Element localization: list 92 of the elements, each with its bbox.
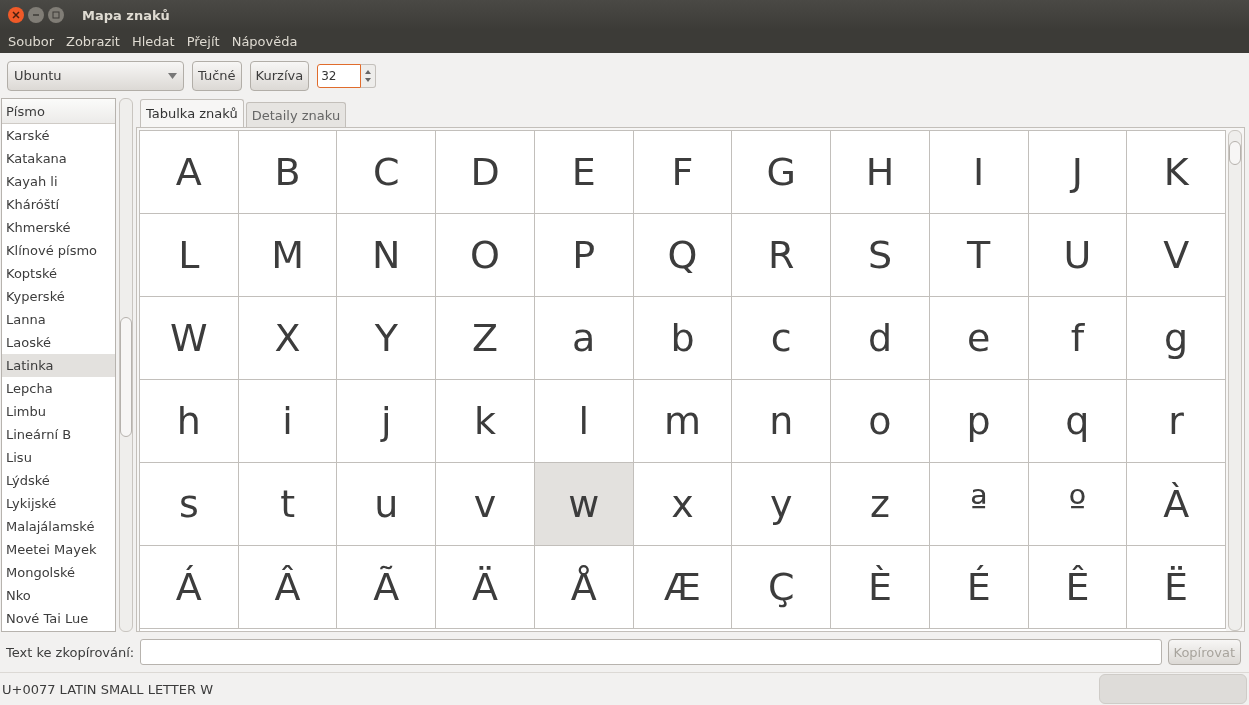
character-cell[interactable]: l (534, 380, 634, 463)
character-cell[interactable]: N (337, 214, 437, 297)
character-cell[interactable]: h (140, 380, 239, 463)
character-cell[interactable]: V (1127, 214, 1226, 297)
character-cell[interactable]: X (238, 297, 338, 380)
character-cell[interactable]: R (732, 214, 832, 297)
character-cell[interactable]: G (732, 131, 832, 214)
character-cell[interactable]: K (1127, 131, 1226, 214)
copy-label: Text ke zkopírování: (6, 644, 135, 660)
character-cell[interactable]: j (337, 380, 437, 463)
character-cell[interactable]: Ê (1028, 546, 1128, 629)
caret-icon (168, 72, 177, 79)
character-cell[interactable]: È (831, 546, 930, 629)
character-cell[interactable]: u (337, 463, 437, 546)
character-cell[interactable]: º (1028, 463, 1128, 546)
character-cell[interactable]: E (534, 131, 634, 214)
font-dropdown[interactable]: Ubuntu (7, 60, 184, 91)
character-cell[interactable]: t (238, 463, 338, 546)
character-cell[interactable]: F (633, 131, 733, 214)
character-cell[interactable]: Ã (337, 546, 437, 629)
menu-item[interactable]: Přejít (180, 34, 226, 49)
minimize-icon[interactable] (28, 7, 44, 23)
character-cell[interactable]: T (929, 214, 1029, 297)
list-item[interactable]: Latinka (2, 354, 115, 377)
scrollbar-thumb[interactable] (1229, 141, 1241, 165)
size-field[interactable]: 32 (317, 63, 362, 88)
character-cell[interactable]: Z (436, 297, 535, 380)
character-cell[interactable]: Y (337, 297, 437, 380)
character-cell[interactable]: n (732, 380, 832, 463)
character-cell[interactable]: Q (633, 214, 733, 297)
character-cell[interactable]: ª (929, 463, 1029, 546)
maximize-icon[interactable] (48, 7, 64, 23)
character-cell[interactable]: a (534, 297, 634, 380)
tab[interactable]: Detaily znaku (245, 102, 347, 127)
scrollbar[interactable] (119, 98, 133, 632)
character-cell[interactable]: d (831, 297, 930, 380)
close-icon[interactable] (8, 7, 24, 23)
character-cell[interactable]: q (1028, 380, 1128, 463)
character-cell[interactable]: z (831, 463, 930, 546)
character-cell[interactable]: p (929, 380, 1029, 463)
character-cell[interactable]: H (831, 131, 930, 214)
bold-button[interactable]: Tučné (192, 60, 242, 91)
character-cell[interactable]: Æ (633, 546, 733, 629)
character-cell[interactable]: i (238, 380, 338, 463)
copy-text-field[interactable] (140, 639, 1162, 665)
spin-buttons[interactable] (361, 63, 377, 88)
character-cell[interactable]: w (534, 463, 634, 546)
status-text: U+0077 LATIN SMALL LETTER W (2, 681, 213, 697)
italic-button[interactable]: Kurzíva (249, 60, 310, 91)
menu-item[interactable]: Nápověda (225, 34, 304, 49)
scrollbar[interactable] (1228, 130, 1242, 631)
character-cell[interactable]: D (436, 131, 535, 214)
character-cell[interactable]: x (633, 463, 733, 546)
character-cell[interactable]: I (929, 131, 1029, 214)
character-cell[interactable]: Â (238, 546, 338, 629)
character-cell[interactable]: P (534, 214, 634, 297)
character-cell[interactable]: B (238, 131, 338, 214)
character-cell[interactable]: É (929, 546, 1029, 629)
character-cell[interactable]: Ë (1127, 546, 1226, 629)
character-cell[interactable]: k (436, 380, 535, 463)
character-cell[interactable]: r (1127, 380, 1226, 463)
character-cell[interactable]: Á (140, 546, 239, 629)
character-cell[interactable]: Ä (436, 546, 535, 629)
character-cell[interactable]: O (436, 214, 535, 297)
character-cell[interactable]: y (732, 463, 832, 546)
character-cell[interactable]: A (140, 131, 239, 214)
character-cell[interactable]: v (436, 463, 535, 546)
window-title: Mapa znaků (82, 7, 170, 23)
character-cell[interactable]: U (1028, 214, 1128, 297)
character-cell[interactable]: S (831, 214, 930, 297)
character-cell[interactable]: Ç (732, 546, 832, 629)
character-cell[interactable]: e (929, 297, 1029, 380)
character-cell[interactable]: g (1127, 297, 1226, 380)
character-cell[interactable]: Å (534, 546, 634, 629)
character-cell[interactable]: À (1127, 463, 1226, 546)
character-cell[interactable]: C (337, 131, 437, 214)
character-cell[interactable]: c (732, 297, 832, 380)
character-cell[interactable]: s (140, 463, 239, 546)
character-cell[interactable]: o (831, 380, 930, 463)
character-cell[interactable]: W (140, 297, 239, 380)
character-cell[interactable]: J (1028, 131, 1128, 214)
column-header[interactable]: Písmo (2, 99, 115, 124)
tab[interactable]: Tabulka znaků (140, 99, 244, 127)
character-cell[interactable]: M (238, 214, 338, 297)
character-cell[interactable]: b (633, 297, 733, 380)
menu-item[interactable]: Zobrazit (60, 34, 126, 49)
menu-item[interactable]: Hledat (125, 34, 181, 49)
character-cell[interactable]: f (1028, 297, 1128, 380)
menu-item[interactable]: Soubor (2, 34, 60, 49)
character-cell[interactable]: m (633, 380, 733, 463)
scrollbar-thumb[interactable] (120, 317, 132, 437)
character-cell[interactable]: L (140, 214, 239, 297)
